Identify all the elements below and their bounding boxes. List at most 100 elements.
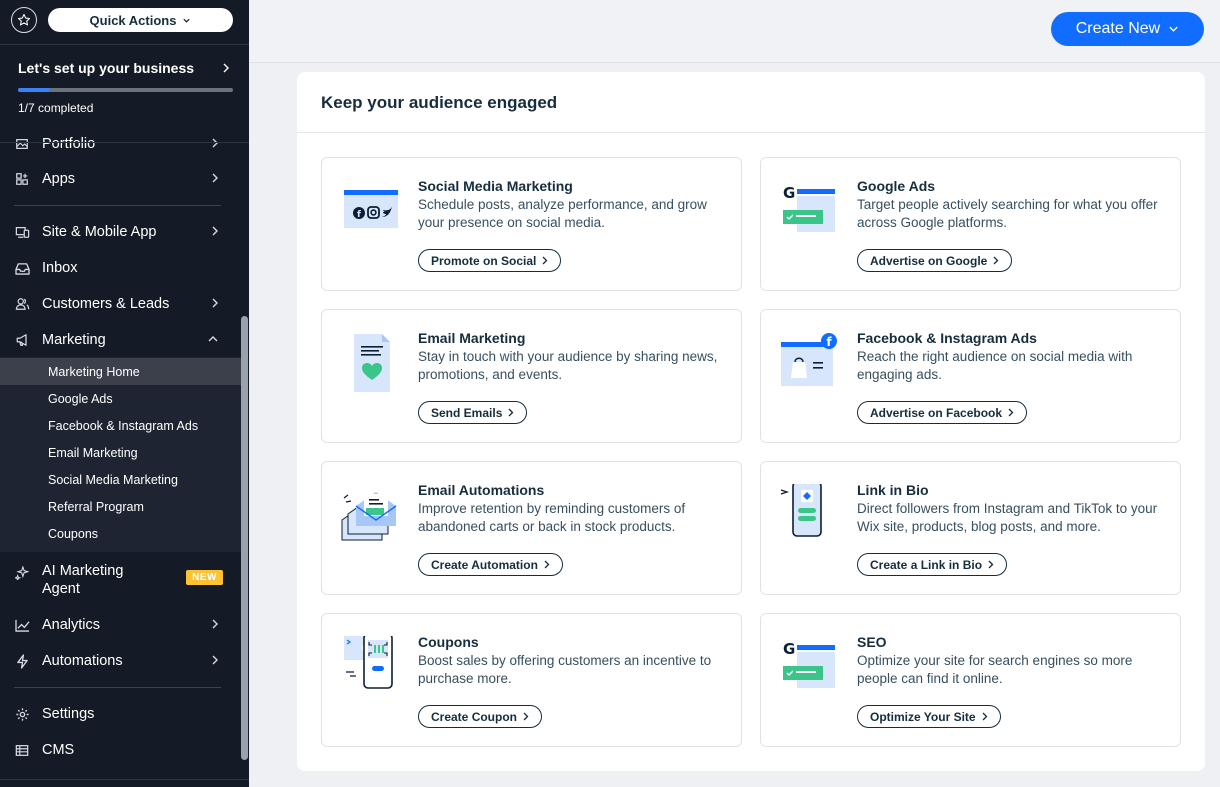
chevron-right-icon bbox=[223, 63, 229, 73]
svg-text:f: f bbox=[826, 335, 832, 349]
link-in-bio-illustration-icon bbox=[780, 484, 822, 537]
tile-description: Schedule posts, analyze performance, and… bbox=[418, 197, 707, 230]
marketing-panel: Keep your audience engaged f Social Medi… bbox=[297, 72, 1205, 771]
sidebar-item-analytics[interactable]: Analytics bbox=[0, 610, 241, 640]
tile-description: Boost sales by offering customers an inc… bbox=[418, 653, 712, 686]
tile-description: Target people actively searching for wha… bbox=[857, 197, 1158, 230]
tile-title: Facebook & Instagram Ads bbox=[857, 330, 1037, 346]
apps-icon bbox=[14, 171, 30, 187]
button-label: Create Automation bbox=[431, 557, 538, 572]
sidebar-item-label: Portfolio bbox=[42, 136, 96, 152]
divider bbox=[0, 779, 249, 780]
quick-actions-label: Quick Actions bbox=[89, 12, 177, 28]
sidebar-item-label: Apps bbox=[42, 171, 76, 187]
button-label: Promote on Social bbox=[431, 253, 537, 268]
create-coupon-button[interactable]: Create Coupon bbox=[418, 705, 543, 728]
social-media-illustration-icon: f bbox=[344, 190, 398, 228]
sidebar-item-cms[interactable]: CMS bbox=[0, 735, 241, 765]
page-title: Keep your audience engaged bbox=[321, 93, 558, 112]
sub-item-email-marketing[interactable]: Email Marketing bbox=[0, 439, 241, 466]
create-link-in-bio-button[interactable]: Create a Link in Bio bbox=[857, 553, 1008, 576]
chevron-right-icon bbox=[544, 560, 550, 569]
advertise-on-google-button[interactable]: Advertise on Google bbox=[857, 249, 1013, 272]
setup-completed-count: 1/7 completed bbox=[18, 101, 94, 115]
setup-progress-bar bbox=[18, 88, 233, 92]
chevron-right-icon bbox=[1008, 408, 1014, 417]
tile-description: Improve retention by reminding customers… bbox=[418, 501, 686, 534]
sidebar-item-automations[interactable]: Automations bbox=[0, 646, 241, 676]
sidebar-item-label: CMS bbox=[42, 742, 75, 758]
chevron-right-icon bbox=[212, 619, 218, 629]
tile-title: Social Media Marketing bbox=[418, 178, 573, 194]
customers-icon bbox=[14, 296, 30, 312]
ai-agent-label-line1: AI Marketing bbox=[42, 563, 124, 579]
sidebar-item-apps[interactable]: Apps bbox=[0, 164, 241, 194]
sidebar-scrollbar[interactable] bbox=[241, 316, 248, 760]
tile-seo: G SEO Optimize your site for search engi… bbox=[760, 613, 1181, 747]
sparkle-icon bbox=[14, 565, 30, 581]
analytics-icon bbox=[14, 617, 30, 633]
email-automations-illustration-icon bbox=[341, 492, 397, 541]
chevron-down-icon bbox=[183, 18, 191, 23]
sidebar-item-inbox[interactable]: Inbox bbox=[0, 253, 241, 283]
setup-title: Let's set up your business bbox=[18, 60, 195, 76]
tile-email-automations: Email Automations Improve retention by r… bbox=[321, 461, 742, 595]
tile-description: Stay in touch with your audience by shar… bbox=[418, 349, 718, 382]
sidebar-item-ai-marketing-agent[interactable]: AI Marketing Agent NEW bbox=[0, 562, 241, 602]
svg-text:G: G bbox=[783, 640, 795, 658]
sidebar: Quick Actions Let's set up your business… bbox=[0, 0, 249, 787]
chevron-right-icon bbox=[508, 408, 514, 417]
sub-item-coupons[interactable]: Coupons bbox=[0, 520, 241, 547]
svg-text:f: f bbox=[357, 210, 361, 220]
favorites-button[interactable] bbox=[11, 7, 37, 33]
sub-item-google-ads[interactable]: Google Ads bbox=[0, 385, 241, 412]
chevron-right-icon bbox=[523, 712, 529, 721]
sidebar-item-marketing[interactable]: Marketing bbox=[0, 325, 241, 355]
button-label: Create Coupon bbox=[431, 709, 518, 724]
button-label: Advertise on Facebook bbox=[870, 405, 1003, 420]
create-automation-button[interactable]: Create Automation bbox=[418, 553, 563, 576]
tile-facebook-instagram-ads: f Facebook & Instagram Ads Reach the rig… bbox=[760, 309, 1181, 443]
sidebar-item-settings[interactable]: Settings bbox=[0, 699, 241, 729]
star-icon bbox=[17, 13, 31, 26]
quick-actions-button[interactable]: Quick Actions bbox=[48, 8, 233, 32]
tile-google-ads: G Google Ads Target people actively sear… bbox=[760, 157, 1181, 291]
tile-title: Google Ads bbox=[857, 178, 936, 194]
chevron-up-icon bbox=[208, 336, 218, 342]
button-label: Send Emails bbox=[431, 405, 503, 420]
automations-icon bbox=[14, 653, 30, 669]
button-label: Create a Link in Bio bbox=[870, 557, 983, 572]
sidebar-item-portfolio[interactable]: Portfolio bbox=[0, 129, 241, 159]
sub-item-facebook-instagram-ads[interactable]: Facebook & Instagram Ads bbox=[0, 412, 241, 439]
new-badge: NEW bbox=[186, 570, 223, 585]
sub-item-social-media-marketing[interactable]: Social Media Marketing bbox=[0, 466, 241, 493]
sidebar-item-label: Analytics bbox=[42, 617, 101, 633]
sub-item-referral-program[interactable]: Referral Program bbox=[0, 493, 241, 520]
chevron-right-icon bbox=[212, 298, 218, 308]
divider bbox=[0, 142, 249, 143]
setup-progress[interactable]: Let's set up your business 1/7 completed bbox=[18, 60, 233, 115]
tile-description: Direct followers from Instagram and TikT… bbox=[857, 501, 1158, 534]
create-new-button[interactable]: Create New bbox=[1051, 12, 1204, 46]
sub-item-marketing-home[interactable]: Marketing Home bbox=[0, 358, 241, 385]
chevron-right-icon bbox=[993, 256, 999, 265]
cms-icon bbox=[14, 742, 30, 758]
optimize-your-site-button[interactable]: Optimize Your Site bbox=[857, 705, 1001, 728]
megaphone-icon bbox=[14, 332, 30, 348]
marketing-submenu: Marketing Home Google Ads Facebook & Ins… bbox=[0, 357, 241, 552]
google-ads-illustration-icon: G bbox=[783, 184, 835, 232]
sidebar-item-label: Settings bbox=[42, 706, 95, 722]
sidebar-item-label: Inbox bbox=[42, 260, 78, 276]
sidebar-item-customers-leads[interactable]: Customers & Leads bbox=[0, 289, 241, 319]
site-mobile-icon bbox=[14, 224, 30, 240]
create-new-label: Create New bbox=[1075, 20, 1161, 37]
tile-social-media-marketing: f Social Media Marketing Schedule posts,… bbox=[321, 157, 742, 291]
sidebar-item-site-mobile-app[interactable]: Site & Mobile App bbox=[0, 217, 241, 247]
button-label: Advertise on Google bbox=[870, 253, 988, 268]
send-emails-button[interactable]: Send Emails bbox=[418, 401, 528, 424]
chevron-right-icon bbox=[212, 138, 218, 148]
advertise-on-facebook-button[interactable]: Advertise on Facebook bbox=[857, 401, 1028, 424]
ai-agent-label-line2: Agent bbox=[42, 581, 80, 597]
coupons-illustration-icon bbox=[344, 636, 393, 689]
promote-on-social-button[interactable]: Promote on Social bbox=[418, 249, 562, 272]
